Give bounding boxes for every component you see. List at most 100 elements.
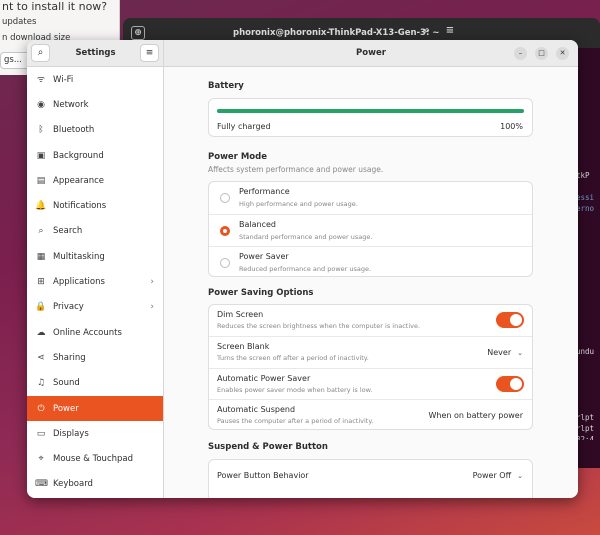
- main-header: Power – □ ✕: [164, 40, 578, 67]
- power-saver-radio[interactable]: [220, 258, 230, 268]
- appearance-icon: ▤: [36, 175, 46, 186]
- sidebar-item-label: Online Accounts: [53, 327, 122, 338]
- power-mode-subtitle: Affects system performance and power usa…: [208, 165, 384, 174]
- power-saver-label: Power Saver: [239, 252, 289, 261]
- background-icon: ▣: [36, 150, 46, 161]
- balanced-radio[interactable]: [220, 226, 230, 236]
- power-mode-option-performance[interactable]: Performance High performance and power u…: [209, 182, 532, 214]
- sidebar-item-mouse-touchpad[interactable]: ⌖ Mouse & Touchpad: [27, 447, 163, 472]
- sidebar-header: ⌕ Settings ≡: [27, 40, 164, 67]
- chevron-right-icon: ›: [150, 277, 154, 288]
- lock-icon: 🔒: [35, 302, 47, 313]
- sidebar-item-search[interactable]: ⌕ Search: [27, 219, 163, 244]
- sidebar-item-sound[interactable]: ♫ Sound: [27, 371, 163, 396]
- terminal-line: essi: [576, 193, 595, 202]
- power-mode-option-power-saver[interactable]: Power Saver Reduced performance and powe…: [209, 246, 532, 278]
- power-button-label: Power Button Behavior: [217, 471, 309, 480]
- sidebar-item-wi-fi[interactable]: ᯤ Wi-Fi: [27, 67, 163, 92]
- sidebar-item-appearance[interactable]: ▤ Appearance: [27, 168, 163, 193]
- sidebar-item-online-accounts[interactable]: ☁ Online Accounts: [27, 320, 163, 345]
- sidebar-item-displays[interactable]: ▭ Displays: [27, 421, 163, 446]
- sidebar-item-bluetooth[interactable]: ᛒ Bluetooth: [27, 118, 163, 143]
- auto-suspend-desc: Pauses the computer after a period of in…: [217, 417, 374, 425]
- mouse-icon: ⌖: [38, 454, 44, 465]
- sidebar-item-privacy[interactable]: 🔒 Privacy ›: [27, 295, 163, 320]
- power-button-row[interactable]: Power Button Behavior Power Off ⌄: [209, 460, 532, 492]
- power-saver-desc: Reduced performance and power usage.: [239, 265, 372, 273]
- screen-blank-desc: Turns the screen off after a period of i…: [217, 354, 369, 362]
- battery-section-title: Battery: [208, 81, 244, 91]
- auto-power-saver-toggle[interactable]: [496, 376, 524, 392]
- sidebar-item-notifications[interactable]: 🔔 Notifications: [27, 194, 163, 219]
- terminal-output: tkP essierno undu rlptrlpt32:438:1: [576, 170, 600, 440]
- close-icon[interactable]: ✕: [556, 47, 569, 60]
- minimize-icon[interactable]: –: [514, 47, 527, 60]
- battery-level-fill: [217, 109, 524, 113]
- terminal-line: undu: [576, 347, 595, 356]
- auto-power-saver-label: Automatic Power Saver: [217, 374, 311, 383]
- sidebar-item-applications[interactable]: ⊞ Applications ›: [27, 269, 163, 294]
- screen-blank-row[interactable]: Screen Blank Turns the screen off after …: [209, 336, 532, 368]
- maximize-icon[interactable]: □: [535, 47, 548, 60]
- sidebar-item-keyboard[interactable]: ⌨ Keyboard: [27, 472, 163, 497]
- bell-icon: 🔔: [35, 201, 47, 212]
- menu-icon[interactable]: ≡: [441, 25, 459, 41]
- performance-label: Performance: [239, 187, 290, 196]
- sidebar-item-label: Multitasking: [53, 251, 105, 262]
- settings-window: ⌕ Settings ≡ Power – □ ✕ ᯤ Wi-Fi ◉ Network ᛒ…: [27, 40, 578, 498]
- keyboard-icon: ⌨: [35, 479, 48, 490]
- sidebar-item-label: Appearance: [53, 175, 105, 186]
- screen-blank-dropdown[interactable]: Never ⌄: [487, 348, 523, 357]
- sidebar-item-sharing[interactable]: ⋖ Sharing: [27, 345, 163, 370]
- suspend-card: Power Button Behavior Power Off ⌄: [208, 459, 533, 498]
- menu-icon[interactable]: ≡: [140, 44, 159, 62]
- search-icon[interactable]: ⌕: [418, 25, 436, 41]
- terminal-line: 32:4: [576, 435, 595, 440]
- wifi-icon: ᯤ: [36, 74, 46, 85]
- multitasking-icon: ▦: [36, 251, 46, 262]
- power-icon: ⏻: [37, 403, 45, 414]
- sidebar-item-label: Sound: [53, 378, 80, 389]
- dim-screen-toggle[interactable]: [496, 312, 524, 328]
- new-tab-icon[interactable]: ⊕: [131, 26, 145, 40]
- terminal-line: rlpt: [576, 424, 595, 433]
- sidebar-item-multitasking[interactable]: ▦ Multitasking: [27, 244, 163, 269]
- toggle-knob: [510, 314, 522, 326]
- power-button-value: Power Off: [472, 471, 512, 480]
- cloud-icon: ☁: [36, 327, 46, 338]
- battery-status: Fully charged: [217, 122, 271, 131]
- sidebar-item-network[interactable]: ◉ Network: [27, 92, 163, 117]
- sidebar-item-background[interactable]: ▣ Background: [27, 143, 163, 168]
- sidebar-item-label: Background: [53, 150, 104, 161]
- battery-level-bar: [217, 109, 524, 113]
- search-icon: ⌕: [38, 226, 44, 237]
- chevron-down-icon: ⌄: [517, 349, 523, 357]
- sidebar-item-label: Notifications: [53, 201, 107, 212]
- battery-card: Fully charged 100%: [208, 98, 533, 137]
- power-mode-option-balanced[interactable]: Balanced Standard performance and power …: [209, 214, 532, 246]
- power-button-dropdown[interactable]: Power Off ⌄: [473, 471, 523, 480]
- terminal-title: phoronix@phoronix-ThinkPad-X13-Gen-3: ~: [233, 28, 440, 38]
- terminal-line: rlpt: [576, 413, 595, 422]
- performance-radio[interactable]: [220, 193, 230, 203]
- balanced-label: Balanced: [239, 220, 276, 229]
- sidebar-item-power[interactable]: ⏻ Power: [27, 395, 163, 422]
- sidebar: ᯤ Wi-Fi ◉ Network ᛒ Bluetooth ▣ Background ▤ Appe…: [27, 67, 164, 498]
- suspend-section-title: Suspend & Power Button: [208, 442, 328, 452]
- auto-suspend-value[interactable]: When on battery power: [429, 411, 524, 420]
- balanced-desc: Standard performance and power usage.: [239, 233, 373, 241]
- music-note-icon: ♫: [36, 378, 46, 389]
- sidebar-item-label: Bluetooth: [53, 125, 95, 136]
- auto-suspend-row[interactable]: Automatic Suspend Pauses the computer af…: [209, 399, 532, 431]
- screen-blank-label: Screen Blank: [217, 342, 270, 351]
- display-icon: ▭: [36, 428, 46, 439]
